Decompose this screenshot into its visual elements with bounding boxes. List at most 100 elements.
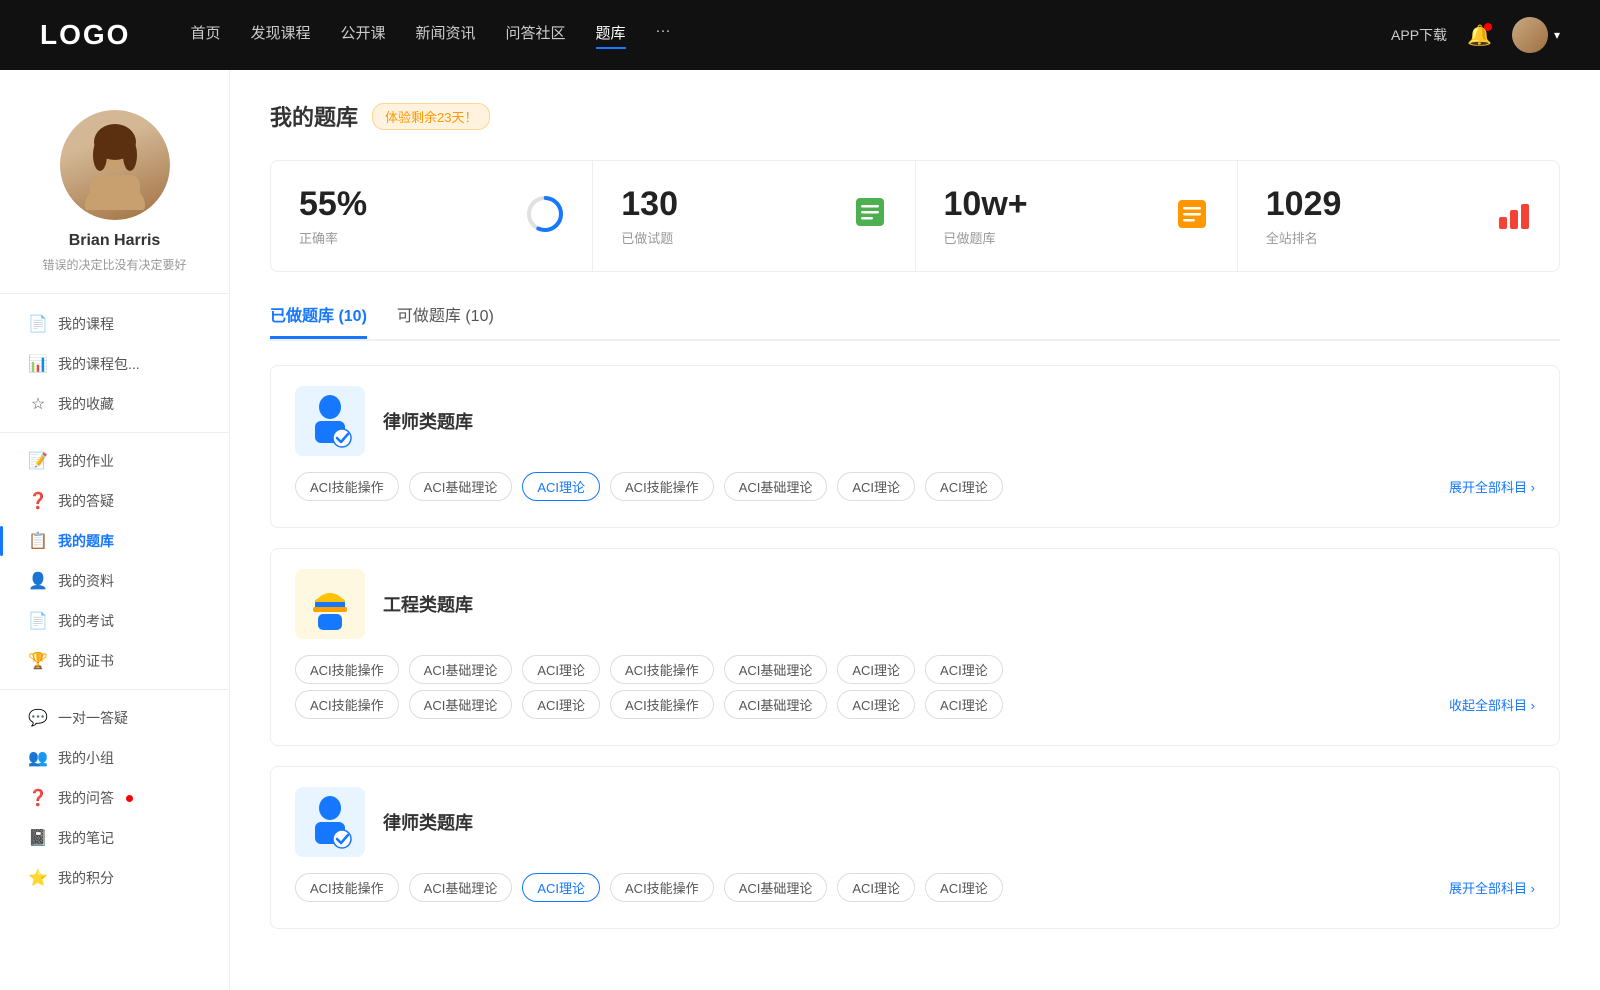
nav-discover[interactable]: 发现课程	[250, 22, 310, 49]
tag-eng-1[interactable]: ACI基础理论	[409, 655, 513, 684]
stat-done-questions-value: 130	[621, 185, 678, 224]
expand-lawyer-1[interactable]: 展开全部科目 ›	[1449, 480, 1535, 495]
app-download-link[interactable]: APP下载	[1391, 25, 1447, 45]
tag-eng-6[interactable]: ACI理论	[925, 655, 1003, 684]
notification-bell[interactable]: 🔔	[1467, 23, 1492, 48]
stat-accuracy-icon	[526, 195, 564, 238]
tag-eng-r2-6[interactable]: ACI理论	[925, 690, 1003, 719]
tag-l2-3[interactable]: ACI技能操作	[610, 873, 714, 902]
nav-qa[interactable]: 问答社区	[506, 22, 566, 49]
my-qa-dot	[126, 795, 133, 802]
user-avatar	[1512, 17, 1548, 53]
expand-lawyer-2[interactable]: 展开全部科目 ›	[1449, 881, 1535, 896]
tag-lawyer-1-4[interactable]: ACI基础理论	[724, 472, 828, 501]
bank-header-lawyer-2: 律师类题库	[295, 787, 1535, 857]
bank-item-lawyer-2: 律师类题库 ACI技能操作 ACI基础理论 ACI理论 ACI技能操作 ACI基…	[270, 766, 1560, 929]
bank-title-lawyer-2: 律师类题库	[383, 809, 473, 835]
tab-done-banks[interactable]: 已做题库 (10)	[270, 302, 367, 339]
tag-lawyer-1-5[interactable]: ACI理论	[837, 472, 915, 501]
sidebar-item-homework[interactable]: 📝 我的作业	[0, 441, 229, 481]
tag-eng-r2-2[interactable]: ACI理论	[522, 690, 600, 719]
bank-item-engineer: 工程类题库 ACI技能操作 ACI基础理论 ACI理论 ACI技能操作 ACI基…	[270, 548, 1560, 746]
nav-more[interactable]: ···	[656, 22, 671, 49]
sidebar-divider-2	[0, 689, 229, 690]
tag-eng-r2-4[interactable]: ACI基础理论	[724, 690, 828, 719]
profile-motto: 错误的决定比没有决定要好	[42, 256, 186, 273]
bank-header-lawyer-1: 律师类题库	[295, 386, 1535, 456]
stat-accuracy-label: 正确率	[299, 228, 367, 247]
tag-eng-r2-3[interactable]: ACI技能操作	[610, 690, 714, 719]
tag-l2-4[interactable]: ACI基础理论	[724, 873, 828, 902]
profile-icon: 👤	[28, 571, 48, 591]
tag-lawyer-1-6[interactable]: ACI理论	[925, 472, 1003, 501]
profile-avatar-svg	[80, 120, 150, 210]
stat-done-questions-text: 130 已做试题	[621, 185, 678, 247]
profile-avatar-image	[60, 110, 170, 220]
sidebar-label-certificate: 我的证书	[58, 651, 114, 671]
lawyer-icon-svg	[305, 394, 355, 449]
sidebar-label-one-on-one: 一对一答疑	[58, 708, 128, 728]
sidebar-item-favorites[interactable]: ☆ 我的收藏	[0, 384, 229, 424]
tag-l2-1[interactable]: ACI基础理论	[409, 873, 513, 902]
collapse-engineer[interactable]: 收起全部科目 ›	[1449, 698, 1535, 713]
sidebar-item-question-bank[interactable]: 📋 我的题库	[0, 521, 229, 561]
tag-lawyer-1-3[interactable]: ACI技能操作	[610, 472, 714, 501]
tag-eng-3[interactable]: ACI技能操作	[610, 655, 714, 684]
stat-rank: 1029 全站排名	[1238, 161, 1559, 271]
tag-l2-5[interactable]: ACI理论	[837, 873, 915, 902]
tag-eng-2[interactable]: ACI理论	[522, 655, 600, 684]
main-content: 我的题库 体验剩余23天！ 55% 正确率 130	[230, 70, 1600, 990]
stat-accuracy: 55% 正确率	[271, 161, 593, 271]
tag-lawyer-1-1[interactable]: ACI基础理论	[409, 472, 513, 501]
qbank-icon: 📋	[28, 531, 48, 551]
tag-eng-r2-0[interactable]: ACI技能操作	[295, 690, 399, 719]
sidebar-item-notes[interactable]: 📓 我的笔记	[0, 818, 229, 858]
sidebar-label-my-qa: 我的问答	[58, 788, 114, 808]
chevron-down-icon: ▾	[1554, 28, 1560, 42]
tag-lawyer-1-2[interactable]: ACI理论	[522, 472, 600, 501]
tag-eng-0[interactable]: ACI技能操作	[295, 655, 399, 684]
stat-done-banks: 10w+ 已做题库	[916, 161, 1238, 271]
sidebar-item-one-on-one[interactable]: 💬 一对一答疑	[0, 698, 229, 738]
sidebar-item-profile[interactable]: 👤 我的资料	[0, 561, 229, 601]
nav-qbank[interactable]: 题库	[596, 22, 626, 49]
tag-eng-5[interactable]: ACI理论	[837, 655, 915, 684]
tabs-row: 已做题库 (10) 可做题库 (10)	[270, 302, 1560, 341]
sidebar-item-group[interactable]: 👥 我的小组	[0, 738, 229, 778]
sidebar-divider-1	[0, 432, 229, 433]
tag-eng-r2-5[interactable]: ACI理论	[837, 690, 915, 719]
sidebar-label-points: 我的积分	[58, 868, 114, 888]
profile-section: Brian Harris 错误的决定比没有决定要好	[0, 100, 229, 294]
sidebar-label-course-package: 我的课程包...	[58, 354, 140, 374]
sidebar-item-points[interactable]: ⭐ 我的积分	[0, 858, 229, 898]
tag-l2-2[interactable]: ACI理论	[522, 873, 600, 902]
sidebar-item-certificate[interactable]: 🏆 我的证书	[0, 641, 229, 681]
tag-eng-r2-1[interactable]: ACI基础理论	[409, 690, 513, 719]
tag-l2-6[interactable]: ACI理论	[925, 873, 1003, 902]
tag-eng-4[interactable]: ACI基础理论	[724, 655, 828, 684]
sidebar-label-exam: 我的考试	[58, 611, 114, 631]
sidebar-item-course-package[interactable]: 📊 我的课程包...	[0, 344, 229, 384]
bank-icon-engineer	[295, 569, 365, 639]
stat-rank-icon	[1497, 197, 1531, 236]
sidebar-item-my-qa[interactable]: ❓ 我的问答	[0, 778, 229, 818]
sidebar-item-my-courses[interactable]: 📄 我的课程	[0, 304, 229, 344]
tag-l2-0[interactable]: ACI技能操作	[295, 873, 399, 902]
exam-icon: 📄	[28, 611, 48, 631]
nav-open-course[interactable]: 公开课	[340, 22, 385, 49]
tag-lawyer-1-0[interactable]: ACI技能操作	[295, 472, 399, 501]
sidebar-label-profile: 我的资料	[58, 571, 114, 591]
nav-news[interactable]: 新闻资讯	[416, 22, 476, 49]
lawyer-icon-svg-2	[305, 795, 355, 850]
homework-icon: 📝	[28, 451, 48, 471]
nav-home[interactable]: 首页	[190, 22, 220, 49]
tab-available-banks[interactable]: 可做题库 (10)	[397, 302, 494, 339]
sidebar-item-qa[interactable]: ❓ 我的答疑	[0, 481, 229, 521]
stats-row: 55% 正确率 130 已做试题	[270, 160, 1560, 272]
user-avatar-menu[interactable]: ▾	[1512, 17, 1560, 53]
bank-item-lawyer-1: 律师类题库 ACI技能操作 ACI基础理论 ACI理论 ACI技能操作 ACI基…	[270, 365, 1560, 528]
bank-title-engineer: 工程类题库	[383, 591, 473, 617]
stat-done-banks-label: 已做题库	[944, 228, 1028, 247]
stat-done-questions: 130 已做试题	[593, 161, 915, 271]
sidebar-item-exam[interactable]: 📄 我的考试	[0, 601, 229, 641]
